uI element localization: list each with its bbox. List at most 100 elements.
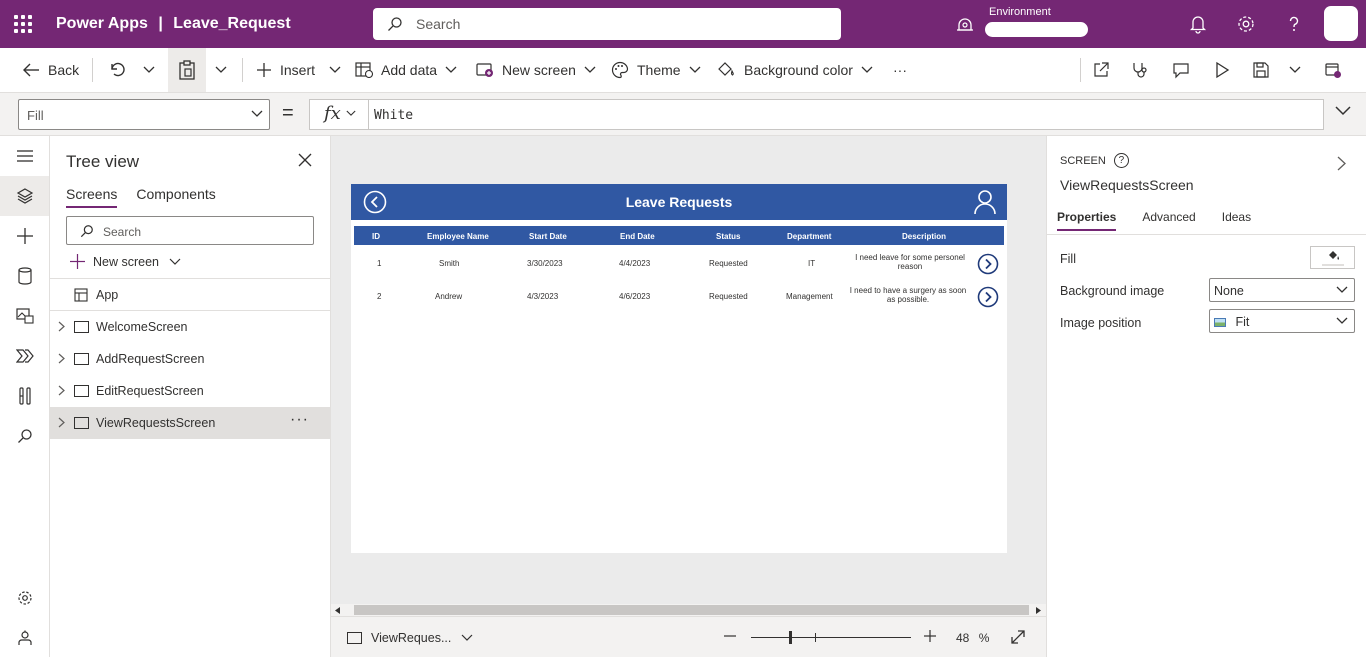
save-dropdown[interactable]	[1289, 48, 1309, 92]
zoom-in-icon[interactable]	[923, 629, 937, 643]
theme-button[interactable]: Theme	[611, 48, 709, 92]
plus-icon	[16, 228, 33, 244]
file-name[interactable]: Leave_Request	[173, 15, 290, 32]
preview-button[interactable]	[1214, 48, 1238, 92]
share-button[interactable]	[1092, 48, 1118, 92]
column-header: Description	[902, 232, 947, 241]
menu-button[interactable]	[0, 136, 49, 176]
comments-button[interactable]	[1172, 48, 1198, 92]
close-icon[interactable]	[298, 153, 312, 167]
scrollbar-thumb[interactable]	[354, 605, 1029, 615]
tree-view-panel: Tree view Screens Components Search New …	[50, 136, 331, 657]
bell-icon[interactable]	[1188, 14, 1208, 34]
divider	[1080, 58, 1081, 82]
chevron-right-icon[interactable]	[58, 353, 65, 364]
chevron-down-icon	[1336, 317, 1348, 324]
help-icon[interactable]	[1284, 14, 1304, 34]
function-button[interactable]: fx	[309, 99, 369, 130]
tab-screens[interactable]: Screens	[66, 186, 118, 208]
rail-settings[interactable]	[0, 578, 49, 618]
zoom-slider-tick	[815, 633, 816, 642]
app-checker-button[interactable]	[1131, 48, 1157, 92]
environment-icon[interactable]	[956, 16, 974, 32]
app-launcher-icon[interactable]	[14, 15, 32, 33]
undo-button[interactable]	[108, 48, 134, 92]
tree-item-welcomescreen[interactable]: WelcomeScreen	[50, 311, 330, 343]
clipboard-icon	[179, 60, 195, 80]
fill-color-picker[interactable]	[1310, 246, 1355, 269]
chevron-right-icon[interactable]	[1337, 156, 1346, 171]
gear-icon[interactable]	[1236, 14, 1256, 34]
rail-virtual-agent[interactable]	[0, 618, 49, 657]
chevron-circle-icon[interactable]	[977, 253, 999, 275]
chevron-right-icon[interactable]	[58, 321, 65, 332]
image-position-dropdown[interactable]: Fit	[1209, 309, 1355, 333]
chevron-circle-icon[interactable]	[977, 286, 999, 308]
tab-properties[interactable]: Properties	[1057, 210, 1117, 231]
chevron-down-icon[interactable]	[1334, 105, 1352, 117]
formula-input[interactable]: White	[368, 99, 1324, 130]
tree-tabs: Screens Components	[66, 186, 235, 208]
rail-insert[interactable]	[0, 216, 49, 256]
divider	[242, 58, 243, 82]
table-row[interactable]: 1 Smith 3/30/2023 4/4/2023 Requested IT …	[354, 249, 1004, 279]
screen-selector[interactable]: ViewReques...	[347, 631, 473, 645]
help-icon[interactable]: ?	[1113, 153, 1129, 168]
caret-right-icon[interactable]	[1036, 607, 1041, 614]
tree-item-app[interactable]: App	[50, 279, 330, 311]
undo-dropdown[interactable]	[143, 48, 163, 92]
tab-components[interactable]: Components	[136, 186, 215, 208]
chevron-down-icon	[861, 66, 873, 73]
chevron-right-icon[interactable]	[58, 385, 65, 396]
publish-button[interactable]	[1324, 48, 1350, 92]
chevron-down-icon	[461, 634, 473, 641]
global-search-input[interactable]: Search	[373, 8, 841, 40]
color-swatch	[1322, 264, 1344, 266]
rail-media[interactable]	[0, 296, 49, 336]
rail-advanced-tools[interactable]	[0, 376, 49, 416]
publish-icon	[1325, 63, 1341, 78]
rail-data[interactable]	[0, 256, 49, 296]
paste-dropdown[interactable]	[215, 48, 235, 92]
image-icon	[1214, 318, 1226, 327]
product-name: Power Apps	[56, 15, 148, 32]
caret-left-icon[interactable]	[335, 607, 340, 614]
rail-search[interactable]	[0, 416, 49, 456]
environment-selector[interactable]	[985, 22, 1088, 37]
tab-advanced[interactable]: Advanced	[1142, 210, 1195, 231]
new-screen-button[interactable]: New screen	[476, 48, 604, 92]
app-screen-preview[interactable]: Leave Requests ID Employee Name Start Da…	[351, 184, 1007, 553]
insert-button[interactable]: Insert	[256, 48, 349, 92]
zoom-slider-handle[interactable]	[789, 631, 792, 644]
more-options-button[interactable]: ···	[290, 411, 309, 429]
avatar[interactable]	[1324, 6, 1358, 41]
rail-tree-view[interactable]	[0, 176, 49, 216]
add-data-button[interactable]: Add data	[355, 48, 465, 92]
tree-item-viewrequestsscreen[interactable]: ViewRequestsScreen ···	[50, 407, 330, 439]
zoom-slider[interactable]	[751, 637, 911, 638]
save-button[interactable]	[1252, 48, 1278, 92]
tree-search-input[interactable]: Search	[66, 216, 314, 245]
background-image-dropdown[interactable]: None	[1209, 278, 1355, 302]
chevron-right-icon[interactable]	[58, 417, 65, 428]
tree-item-addrequestscreen[interactable]: AddRequestScreen	[50, 343, 330, 375]
property-dropdown[interactable]: Fill	[18, 99, 270, 130]
table-row[interactable]: 2 Andrew 4/3/2023 4/6/2023 Requested Man…	[354, 282, 1004, 312]
tree-item-editrequestscreen[interactable]: EditRequestScreen	[50, 375, 330, 407]
more-commands-button[interactable]: ···	[893, 48, 907, 92]
zoom-out-icon[interactable]	[723, 629, 737, 643]
horizontal-scrollbar[interactable]	[331, 604, 1046, 616]
rail-power-automate[interactable]	[0, 336, 49, 376]
properties-panel: SCREEN ? ViewRequestsScreen Properties A…	[1046, 136, 1366, 657]
chevron-down-icon	[329, 66, 341, 73]
screen-icon	[347, 632, 362, 644]
background-color-button[interactable]: Background color	[716, 48, 881, 92]
user-icon[interactable]	[973, 189, 997, 215]
paste-icon-wrap	[178, 48, 204, 92]
back-button[interactable]: Back	[22, 48, 79, 92]
selected-control-name[interactable]: ViewRequestsScreen	[1060, 177, 1194, 193]
app-icon	[74, 288, 88, 302]
new-screen-button[interactable]: New screen	[70, 254, 189, 269]
fit-to-window-icon[interactable]	[1010, 629, 1026, 645]
tab-ideas[interactable]: Ideas	[1222, 210, 1251, 231]
